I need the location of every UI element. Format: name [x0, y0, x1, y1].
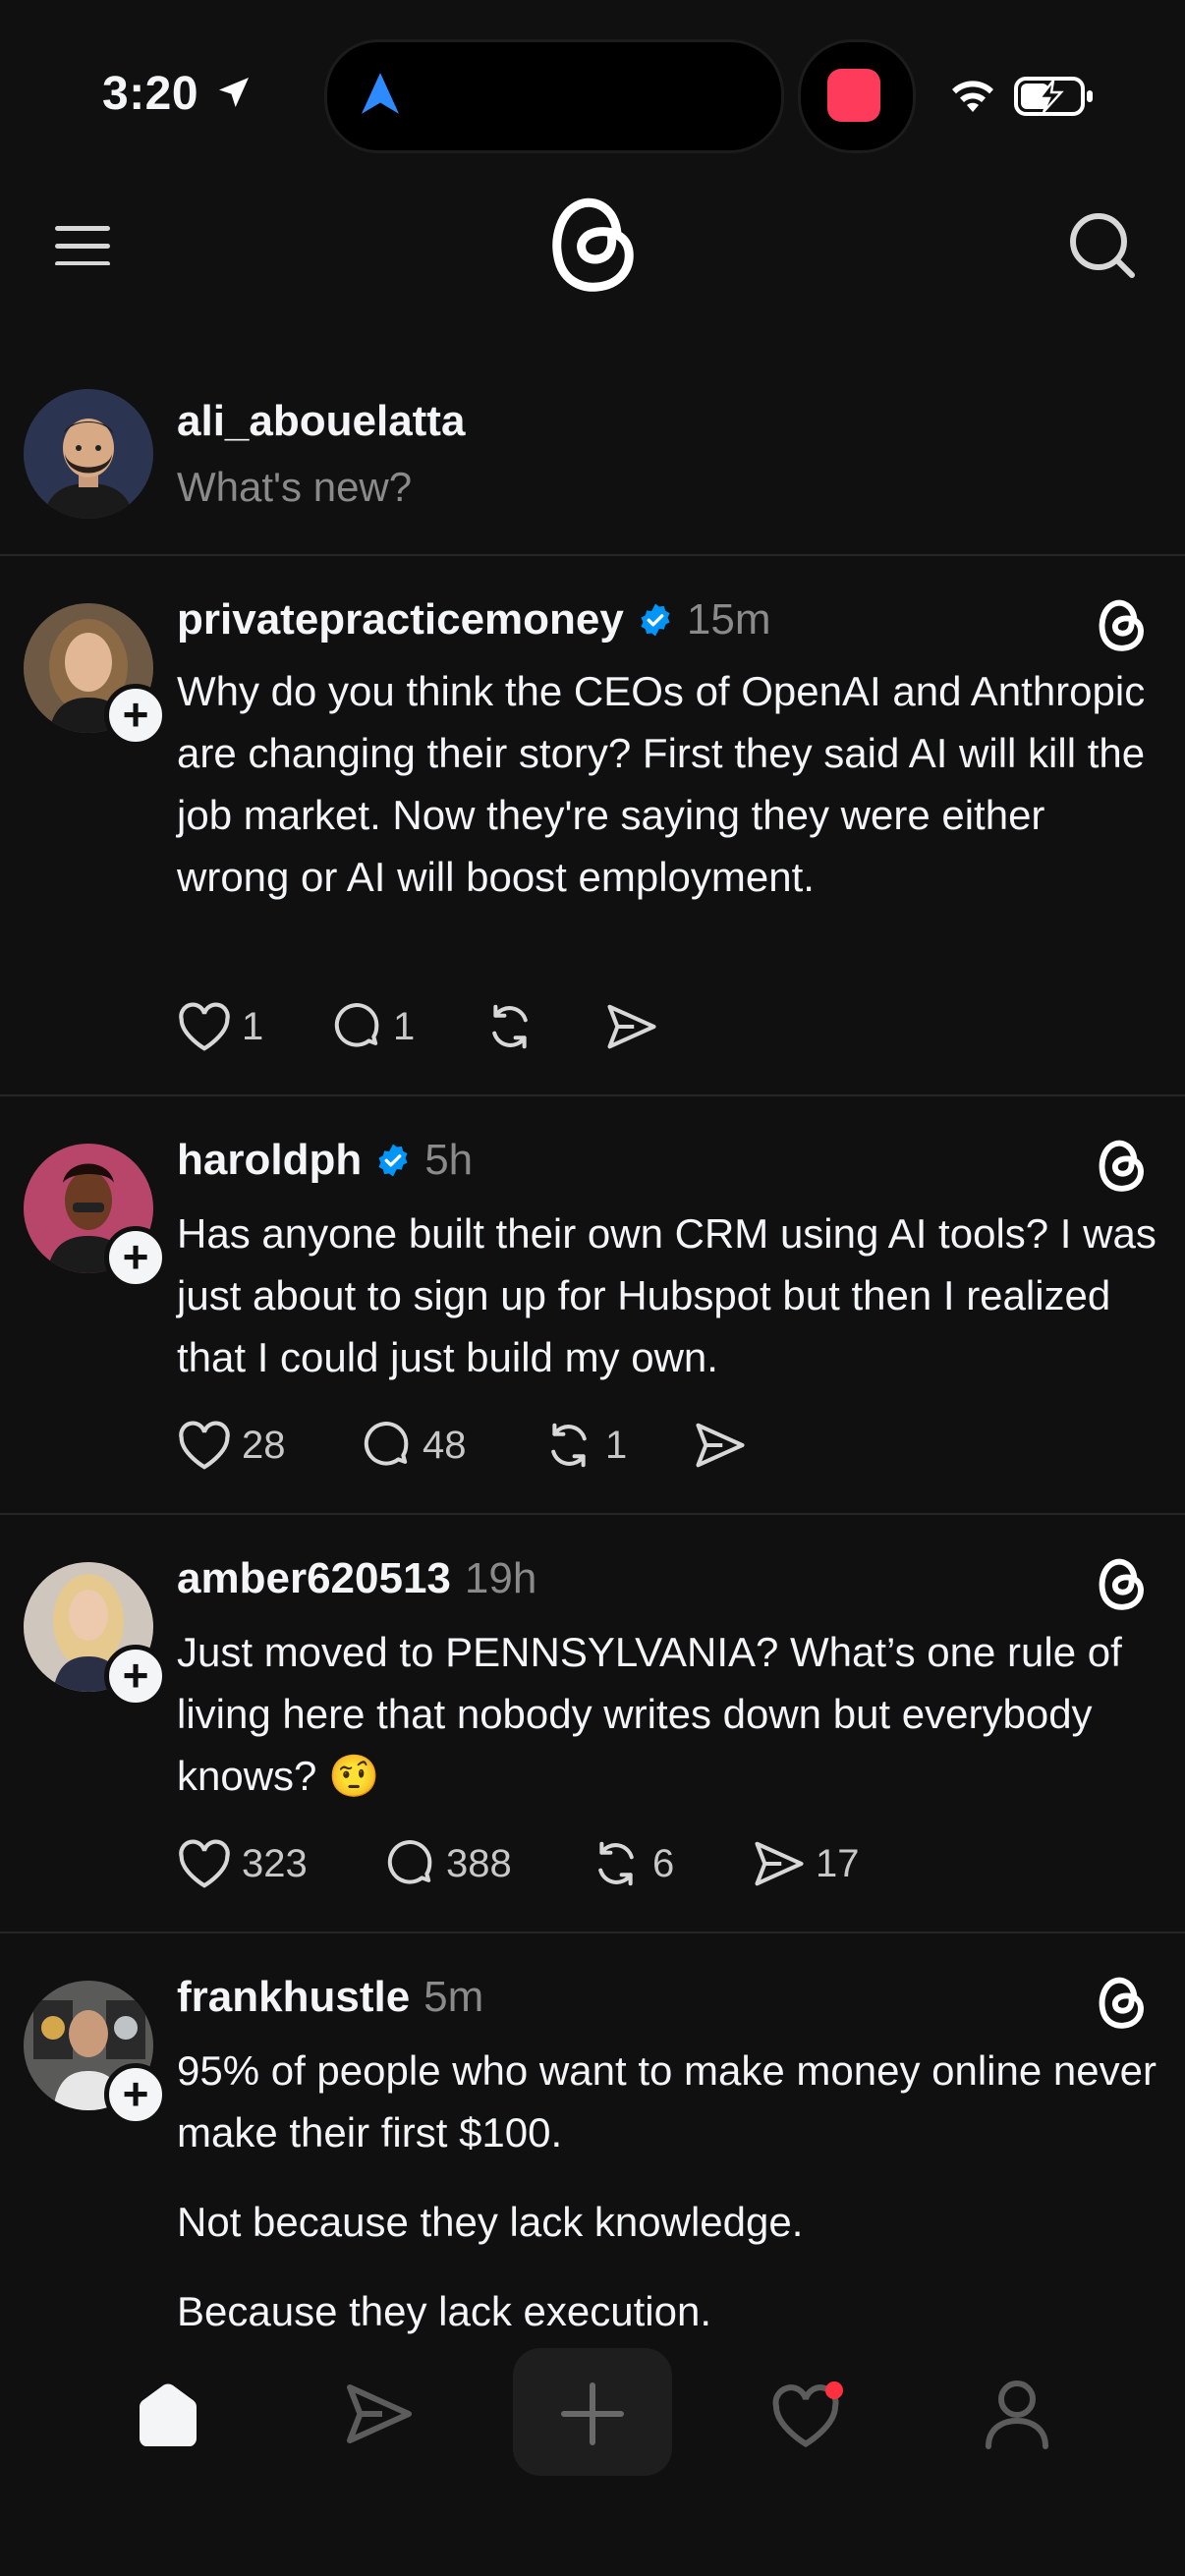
post-text: Has anyone built their own CRM using AI …	[177, 1203, 1159, 1416]
like-count: 1	[242, 1004, 264, 1048]
reply-count: 1	[393, 1004, 416, 1048]
threads-logo-icon[interactable]	[1095, 595, 1148, 657]
reply-count: 48	[423, 1423, 467, 1467]
threads-logo-icon[interactable]	[1095, 1554, 1148, 1616]
reply-button[interactable]: 388	[383, 1837, 590, 1890]
repost-button[interactable]	[483, 1000, 605, 1053]
compose-input[interactable]: What's new?	[177, 464, 412, 511]
post-paragraph: Has anyone built their own CRM using AI …	[177, 1210, 1157, 1380]
post-header: haroldph 5h	[177, 1136, 473, 1185]
like-count: 323	[242, 1841, 308, 1885]
post-username[interactable]: privatepracticemoney	[177, 595, 624, 644]
post-header: privatepracticemoney 15m	[177, 595, 770, 644]
post-time: 5h	[424, 1136, 474, 1184]
post-time: 15m	[686, 595, 771, 644]
menu-icon[interactable]	[55, 224, 110, 270]
share-button[interactable]	[694, 1421, 757, 1470]
repost-button[interactable]: 6	[590, 1837, 753, 1890]
follow-button[interactable]: +	[104, 684, 167, 747]
navigation-arrow-icon	[362, 73, 399, 119]
threads-logo-icon[interactable]	[1095, 1973, 1148, 2035]
composer-avatar[interactable]	[24, 389, 153, 519]
status-time: 3:20	[102, 68, 199, 120]
threads-logo-icon[interactable]	[546, 189, 639, 300]
verified-badge-icon	[641, 603, 670, 637]
notification-dot	[825, 2381, 843, 2399]
repost-count: 6	[652, 1841, 675, 1885]
divider	[0, 1094, 1185, 1096]
divider	[0, 1932, 1185, 1933]
post-text: 95% of people who want to make money onl…	[177, 2040, 1159, 2370]
follow-button[interactable]: +	[104, 1645, 167, 1708]
post-text: Why do you think the CEOs of OpenAI and …	[177, 660, 1159, 935]
composer-username: ali_abouelatta	[177, 397, 466, 445]
divider	[0, 554, 1185, 556]
home-icon[interactable]	[132, 2380, 204, 2453]
share-button[interactable]: 17	[753, 1839, 860, 1888]
reply-button[interactable]: 48	[360, 1419, 542, 1472]
post-paragraph: Why do you think the CEOs of OpenAI and …	[177, 668, 1146, 900]
post-header: amber620513 19h	[177, 1554, 536, 1603]
post-paragraph: Just moved to PENNSYLVANIA? What’s one r…	[177, 1629, 1122, 1799]
post-username[interactable]: amber620513	[177, 1554, 451, 1603]
threads-logo-icon[interactable]	[1095, 1136, 1148, 1198]
follow-button[interactable]: +	[104, 1226, 167, 1289]
repost-button[interactable]: 1	[542, 1419, 694, 1472]
post-time: 5m	[423, 1973, 484, 2021]
post-actions: 28 48 1	[177, 1419, 757, 1472]
share-button[interactable]	[605, 1002, 668, 1051]
post-time: 19h	[464, 1554, 537, 1602]
send-icon[interactable]	[344, 2381, 415, 2451]
like-button[interactable]: 28	[177, 1420, 360, 1471]
post-paragraph: Because they lack execution.	[177, 2288, 711, 2334]
post-text: Just moved to PENNSYLVANIA? What’s one r…	[177, 1621, 1159, 1834]
post-header: frankhustle 5m	[177, 1973, 483, 2022]
battery-charging-icon	[1014, 77, 1095, 121]
profile-icon[interactable]	[983, 2378, 1051, 2455]
post-actions: 323 388 6 17	[177, 1837, 860, 1890]
app-activity-icon	[827, 69, 880, 122]
divider	[0, 1513, 1185, 1515]
share-count: 17	[816, 1841, 860, 1885]
reply-count: 388	[446, 1841, 512, 1885]
location-arrow-icon	[214, 73, 254, 117]
like-count: 28	[242, 1423, 286, 1467]
post-paragraph: 95% of people who want to make money onl…	[177, 2047, 1157, 2156]
plus-icon	[560, 2381, 625, 2451]
follow-button[interactable]: +	[104, 2063, 167, 2126]
post-username[interactable]: frankhustle	[177, 1973, 410, 2022]
search-icon[interactable]	[1067, 210, 1138, 286]
post-username[interactable]: haroldph	[177, 1136, 362, 1185]
reply-button[interactable]: 1	[330, 1000, 483, 1053]
wifi-icon	[949, 77, 996, 119]
post-actions: 1 1	[177, 1000, 668, 1053]
like-button[interactable]: 1	[177, 1001, 330, 1052]
post-paragraph: Not because they lack knowledge.	[177, 2199, 804, 2245]
verified-badge-icon	[378, 1144, 408, 1177]
like-button[interactable]: 323	[177, 1838, 383, 1889]
repost-count: 1	[605, 1423, 628, 1467]
